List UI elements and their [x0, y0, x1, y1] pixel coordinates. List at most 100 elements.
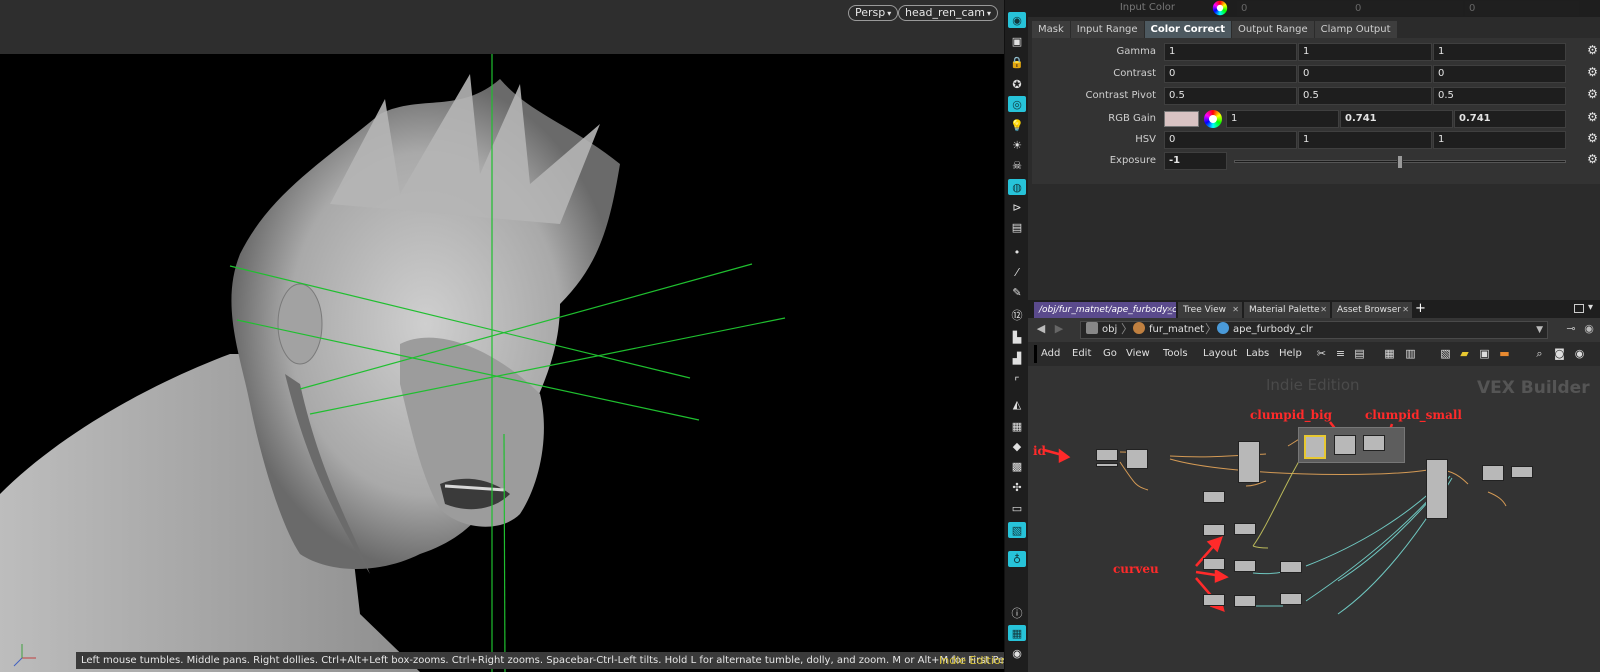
layout-icon[interactable]: ≡ — [1334, 347, 1347, 360]
pin-icon[interactable]: ⊸ — [1564, 322, 1578, 336]
input-color-b[interactable]: 0 — [1465, 1, 1579, 16]
close-icon[interactable]: ✕ — [1402, 302, 1409, 318]
add-tab-icon[interactable]: + — [1415, 301, 1426, 316]
tab-input-range[interactable]: Input Range — [1070, 21, 1144, 38]
gear-icon[interactable]: ⚙ — [1586, 44, 1599, 57]
tab-clamp-output[interactable]: Clamp Output — [1314, 21, 1397, 38]
display-icon[interactable]: ◎ — [1008, 96, 1026, 112]
rgb-gain-b-field[interactable]: 0.741 — [1454, 110, 1566, 128]
thumbnail-icon[interactable]: ◙ — [1553, 347, 1566, 360]
gamma-g-field[interactable]: 1 — [1298, 43, 1432, 61]
hsv-v-field[interactable]: 1 — [1433, 131, 1566, 149]
menu-add[interactable]: Add — [1041, 347, 1060, 361]
display-options-icon[interactable]: ◉ — [1573, 347, 1586, 360]
node-ramp-3[interactable] — [1280, 593, 1302, 605]
contrast-pivot-g-field[interactable]: 0.5 — [1298, 87, 1432, 105]
shaded-icon[interactable]: ◍ — [1008, 179, 1026, 195]
gear-icon[interactable]: ⚙ — [1586, 88, 1599, 101]
maximize-icon[interactable] — [1574, 304, 1584, 313]
basket-icon[interactable]: ▬ — [1498, 347, 1511, 360]
node-fit-2[interactable] — [1234, 560, 1256, 572]
list-icon[interactable]: ▥ — [1404, 347, 1417, 360]
exposure-slider-handle[interactable] — [1397, 155, 1403, 169]
stamp-icon[interactable]: ▟ — [1008, 350, 1026, 366]
point-icon[interactable]: • — [1008, 244, 1026, 260]
menu-layout[interactable]: Layout — [1203, 347, 1237, 361]
contrast-b-field[interactable]: 0 — [1433, 65, 1566, 83]
tab-material-palette[interactable]: Material Palette ✕ — [1244, 302, 1330, 318]
skull-icon[interactable]: ☠ — [1008, 157, 1026, 173]
exposure-field[interactable]: -1 — [1164, 152, 1227, 170]
node-ramp-2[interactable] — [1280, 561, 1302, 573]
back-arrow-icon[interactable]: ◀ — [1034, 322, 1048, 336]
node-id[interactable] — [1096, 449, 1118, 461]
frame-icon[interactable]: ▭ — [1008, 500, 1026, 516]
menu-view[interactable]: View — [1126, 347, 1150, 361]
tab-tree-view[interactable]: Tree View ✕ — [1178, 302, 1242, 318]
menu-edit[interactable]: Edit — [1072, 347, 1091, 361]
lock-icon[interactable]: 🔒 — [1008, 54, 1026, 70]
gear-icon[interactable]: ⚙ — [1586, 66, 1599, 79]
film-icon[interactable]: ▩ — [1008, 458, 1026, 474]
snapshot-icon[interactable]: ▣ — [1008, 33, 1026, 49]
color-wheel-icon[interactable] — [1212, 0, 1228, 16]
gear-icon[interactable]: ⚙ — [1586, 132, 1599, 145]
node-fit-3[interactable] — [1234, 595, 1256, 607]
camera-menu[interactable]: Persp ▾ — [848, 5, 899, 21]
node-bind[interactable] — [1126, 449, 1148, 469]
search-icon[interactable]: ⌕ — [1533, 347, 1546, 360]
contrast-pivot-r-field[interactable]: 0.5 — [1164, 87, 1297, 105]
tools-icon[interactable]: ✂ — [1315, 347, 1328, 360]
brush-icon[interactable]: ⁄ — [1008, 264, 1026, 280]
close-icon[interactable]: ✕ — [1232, 302, 1239, 318]
grid-icon[interactable]: ▦ — [1008, 418, 1026, 434]
node-fit-1[interactable] — [1234, 523, 1256, 535]
network-box-icon[interactable]: ▣ — [1478, 347, 1491, 360]
light-icon[interactable]: 💡 — [1008, 117, 1026, 133]
tab-output-range[interactable]: Output Range — [1232, 21, 1314, 38]
bulb-icon[interactable]: ♁ — [1008, 551, 1026, 567]
node-clumpid-mid[interactable] — [1334, 435, 1356, 455]
menu-help[interactable]: Help — [1279, 347, 1302, 361]
number-icon[interactable]: ⑫ — [1008, 307, 1026, 323]
forward-arrow-icon[interactable]: ▶ — [1052, 322, 1066, 336]
node-clumpid-small[interactable] — [1363, 435, 1385, 451]
fan-icon[interactable]: ✣ — [1008, 479, 1026, 495]
menu-go[interactable]: Go — [1103, 347, 1117, 361]
rgb-gain-g-field[interactable]: 0.741 — [1340, 110, 1453, 128]
palette-icon[interactable]: ▦ — [1383, 347, 1396, 360]
node-param-a[interactable] — [1203, 491, 1225, 503]
gear-icon[interactable]: ⚙ — [1586, 111, 1599, 124]
sticky-note-icon[interactable]: ▰ — [1458, 347, 1471, 360]
viewport-canvas[interactable] — [0, 54, 1004, 672]
notes-icon[interactable]: ▤ — [1353, 347, 1366, 360]
network-canvas[interactable]: Indie Edition VEX Builder id clumpid_big… — [1028, 366, 1600, 672]
rgb-gain-swatch[interactable] — [1164, 111, 1199, 127]
corner-icon[interactable]: ⌜ — [1008, 373, 1026, 389]
view-icon[interactable]: ◉ — [1008, 12, 1026, 28]
contrast-pivot-b-field[interactable]: 0.5 — [1433, 87, 1566, 105]
node-output-a[interactable] — [1482, 465, 1504, 481]
layout-icon[interactable]: ▦ — [1008, 625, 1026, 641]
ramp-icon[interactable]: ◭ — [1008, 396, 1026, 412]
pen-icon[interactable]: ✎ — [1008, 284, 1026, 300]
menu-labs[interactable]: Labs — [1246, 347, 1269, 361]
link-icon[interactable]: ◉ — [1582, 322, 1596, 336]
hsv-s-field[interactable]: 1 — [1298, 131, 1432, 149]
node-curveu-3[interactable] — [1203, 594, 1225, 606]
node-clump-switch[interactable] — [1238, 441, 1260, 483]
info-icon[interactable]: ⓘ — [1008, 605, 1026, 621]
scene-viewport[interactable]: Persp ▾ head_ren_cam ▾ Left mouse tumble… — [0, 0, 1092, 672]
path-crumb-fur-matnet[interactable]: fur_matnet — [1133, 322, 1204, 338]
gem-icon[interactable]: ◆ — [1008, 438, 1026, 454]
contrast-r-field[interactable]: 0 — [1164, 65, 1297, 83]
gamma-b-field[interactable]: 1 — [1433, 43, 1566, 61]
pane-menu-icon[interactable]: ▾ — [1588, 302, 1593, 313]
tab-asset-browser[interactable]: Asset Browser ✕ — [1332, 302, 1412, 318]
node-clumpid-big[interactable] — [1304, 435, 1326, 459]
close-icon[interactable]: ✕ — [1166, 302, 1173, 318]
path-crumb-ape-furbody-clr[interactable]: ape_furbody_clr — [1217, 322, 1313, 338]
image-icon[interactable]: ▧ — [1439, 347, 1452, 360]
menu-tools[interactable]: Tools — [1163, 347, 1188, 361]
wire-icon[interactable]: ⊳ — [1008, 199, 1026, 215]
